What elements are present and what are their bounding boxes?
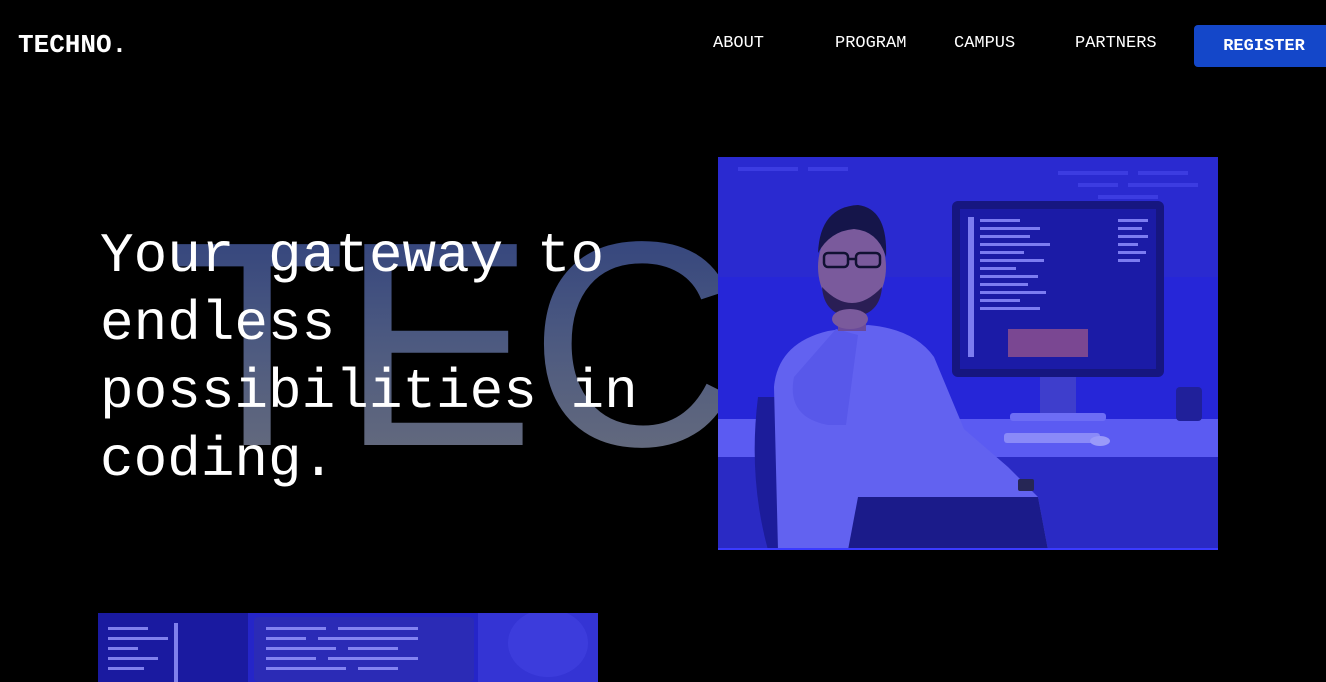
hero-headline: Your gateway to endless possibilities in… xyxy=(100,224,638,492)
secondary-photo-code-screens xyxy=(98,613,598,682)
nav-link-program[interactable]: PROGRAM xyxy=(835,34,906,53)
nav-link-campus[interactable]: CAMPUS xyxy=(954,34,1015,53)
code-screens-illustration xyxy=(98,613,598,682)
nav-link-about[interactable]: ABOUT xyxy=(713,34,764,53)
landing-page: TECHNO. ABOUT PROGRAM CAMPUS PARTNERS RE… xyxy=(0,0,1326,682)
site-logo[interactable]: TECHNO. xyxy=(18,30,127,60)
hero-photo-developer xyxy=(718,157,1218,550)
developer-illustration xyxy=(718,157,1218,548)
register-button[interactable]: REGISTER xyxy=(1194,25,1326,67)
nav-link-partners[interactable]: PARTNERS xyxy=(1075,34,1157,53)
